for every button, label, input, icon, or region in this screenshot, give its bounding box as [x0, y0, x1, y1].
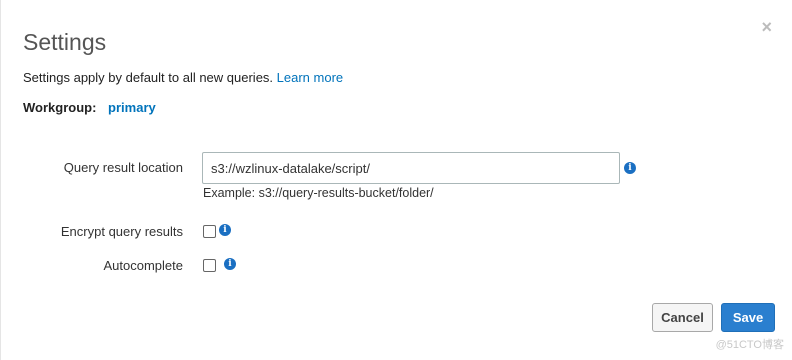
workgroup-label: Workgroup: — [23, 100, 97, 115]
workgroup-row: Workgroup: primary — [23, 100, 156, 115]
subtitle-text: Settings apply by default to all new que… — [23, 70, 277, 85]
workgroup-value[interactable]: primary — [108, 100, 156, 115]
dialog-subtitle: Settings apply by default to all new que… — [23, 70, 343, 85]
settings-dialog: × Settings Settings apply by default to … — [0, 0, 792, 360]
cancel-button[interactable]: Cancel — [652, 303, 713, 332]
query-location-hint: Example: s3://query-results-bucket/folde… — [203, 186, 434, 200]
encrypt-label: Encrypt query results — [60, 224, 183, 239]
query-result-location-input[interactable] — [202, 152, 620, 184]
query-result-location-label: Query result location — [63, 160, 183, 175]
autocomplete-info-icon[interactable]: i — [224, 258, 236, 270]
query-location-info-icon[interactable]: i — [624, 162, 636, 174]
autocomplete-label: Autocomplete — [103, 258, 184, 273]
autocomplete-checkbox[interactable] — [203, 259, 216, 272]
encrypt-checkbox[interactable] — [203, 225, 216, 238]
save-button[interactable]: Save — [721, 303, 775, 332]
watermark: @51CTO博客 — [715, 339, 784, 351]
close-icon[interactable]: × — [761, 18, 772, 36]
encrypt-info-icon[interactable]: i — [219, 224, 231, 236]
learn-more-link[interactable]: Learn more — [277, 70, 343, 85]
dialog-title: Settings — [23, 29, 107, 55]
